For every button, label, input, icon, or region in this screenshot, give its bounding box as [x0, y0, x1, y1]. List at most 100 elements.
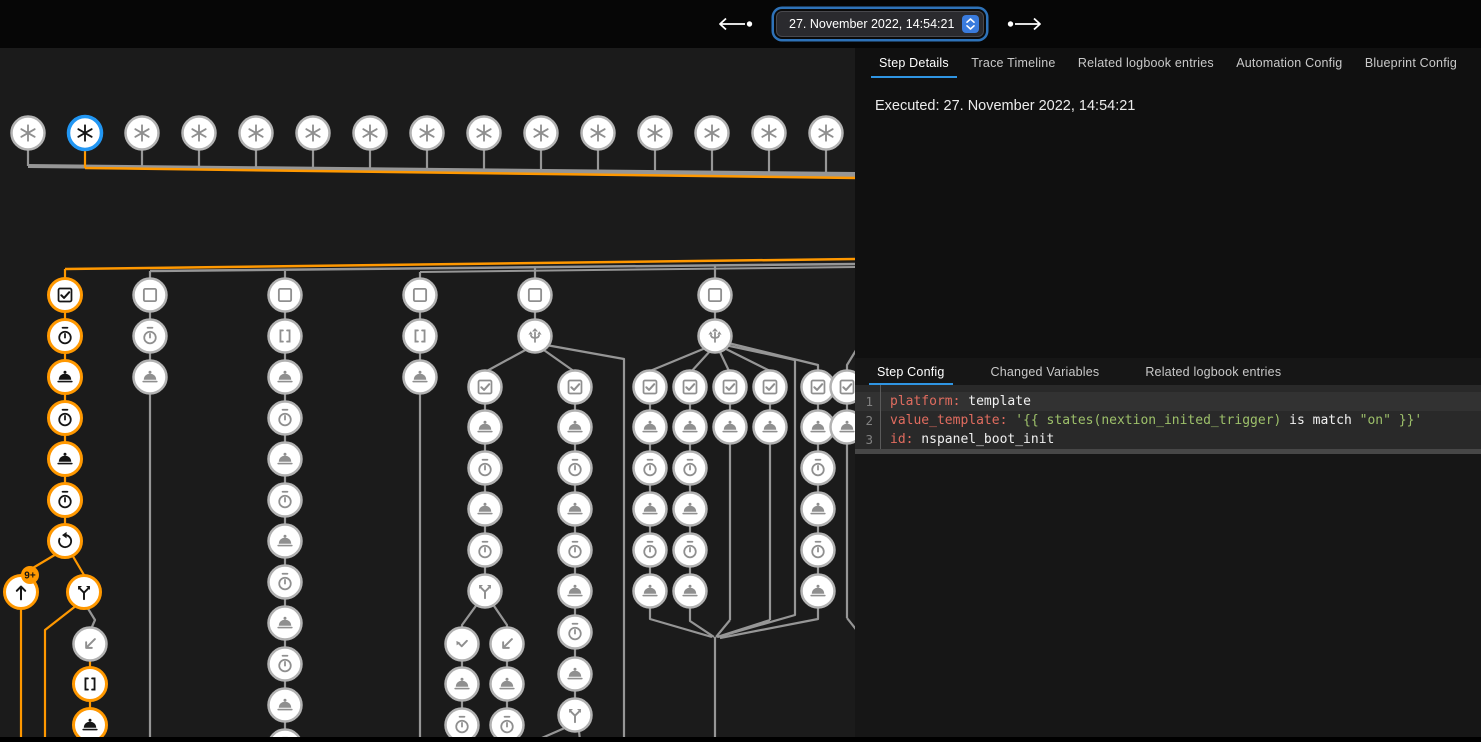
trace-node-timer[interactable] [559, 616, 592, 649]
tab-trace-timeline[interactable]: Trace Timeline [963, 48, 1063, 78]
trace-node-timer[interactable] [802, 452, 835, 485]
trace-node-arrow-decision[interactable] [699, 320, 732, 353]
trace-node-asterisk[interactable] [12, 117, 45, 150]
trace-node-arrow-bottom-left[interactable] [74, 628, 107, 661]
trace-node-bell[interactable] [134, 361, 167, 394]
trace-node-bell[interactable] [269, 607, 302, 640]
trace-node-timer[interactable] [269, 484, 302, 517]
trace-node-brackets[interactable] [269, 320, 302, 353]
trace-node-asterisk[interactable] [354, 117, 387, 150]
trace-node-square[interactable] [269, 279, 302, 312]
trace-node-asterisk[interactable] [69, 117, 102, 150]
trace-node-timer[interactable] [634, 452, 667, 485]
trace-node-timer[interactable] [49, 320, 82, 353]
trace-node-bell[interactable] [559, 493, 592, 526]
trace-node-brackets[interactable] [404, 320, 437, 353]
trace-node-timer[interactable] [674, 452, 707, 485]
trace-node-bell[interactable] [674, 411, 707, 444]
trace-node-timer[interactable] [469, 452, 502, 485]
trace-node-timer[interactable] [674, 534, 707, 567]
code-horizontal-scrollbar[interactable] [855, 449, 1481, 454]
trace-node-bell[interactable] [269, 525, 302, 558]
trace-node-brackets[interactable] [74, 668, 107, 701]
trace-node-timer[interactable] [491, 709, 524, 738]
trace-node-asterisk[interactable] [810, 117, 843, 150]
trace-node-bell[interactable] [404, 361, 437, 394]
tab-related-logbook-entries[interactable]: Related logbook entries [1137, 358, 1289, 385]
tab-step-details[interactable]: Step Details [871, 48, 957, 78]
trace-node-asterisk[interactable] [582, 117, 615, 150]
trace-node-checkbox-marked[interactable] [754, 371, 787, 404]
trace-node-bell[interactable] [634, 493, 667, 526]
trace-node-check-arrow[interactable] [446, 628, 479, 661]
trace-node-timer[interactable] [469, 534, 502, 567]
trace-node-bell[interactable] [74, 709, 107, 738]
trace-node-bell[interactable] [446, 668, 479, 701]
trace-node-square[interactable] [134, 279, 167, 312]
trace-node-checkbox-marked[interactable] [559, 371, 592, 404]
trace-node-timer[interactable] [134, 320, 167, 353]
trace-node-timer[interactable] [49, 484, 82, 517]
trace-node-bell[interactable] [674, 575, 707, 608]
trace-node-bell[interactable] [269, 361, 302, 394]
trace-node-timer[interactable] [559, 534, 592, 567]
trace-node-asterisk[interactable] [126, 117, 159, 150]
trace-node-timer[interactable] [559, 452, 592, 485]
next-run-button[interactable] [1002, 13, 1048, 35]
trace-node-timer[interactable] [49, 402, 82, 435]
tab-blueprint-config[interactable]: Blueprint Config [1357, 48, 1465, 78]
trace-node-timer[interactable] [634, 534, 667, 567]
trace-node-asterisk[interactable] [183, 117, 216, 150]
trace-node-asterisk[interactable] [696, 117, 729, 150]
trace-node-timer[interactable] [269, 730, 302, 738]
trace-node-bell[interactable] [714, 411, 747, 444]
trace-node-call-split[interactable] [68, 576, 101, 609]
trace-node-bell[interactable] [49, 361, 82, 394]
trace-node-asterisk[interactable] [753, 117, 786, 150]
tab-step-config[interactable]: Step Config [869, 358, 953, 385]
trace-node-call-split[interactable] [559, 699, 592, 732]
run-selector[interactable]: 27. November 2022, 14:54:21 [776, 11, 984, 37]
trace-node-bell[interactable] [559, 575, 592, 608]
trace-node-bell[interactable] [674, 493, 707, 526]
trace-node-call-split[interactable] [469, 575, 502, 608]
trace-node-arrow-decision[interactable] [519, 320, 552, 353]
trace-node-bell[interactable] [469, 411, 502, 444]
trace-node-bell[interactable] [491, 668, 524, 701]
trace-node-checkbox-marked[interactable] [674, 371, 707, 404]
trace-node-square[interactable] [699, 279, 732, 312]
trace-node-bell[interactable] [469, 493, 502, 526]
tab-related-logbook-entries[interactable]: Related logbook entries [1070, 48, 1222, 78]
trace-node-timer[interactable] [269, 402, 302, 435]
trace-node-checkbox-marked[interactable] [634, 371, 667, 404]
trace-node-asterisk[interactable] [468, 117, 501, 150]
trace-node-bell[interactable] [559, 658, 592, 691]
trace-node-asterisk[interactable] [525, 117, 558, 150]
trace-node-square[interactable] [404, 279, 437, 312]
trace-node-bell[interactable] [754, 411, 787, 444]
trace-node-arrow-bottom-left[interactable] [491, 628, 524, 661]
trace-node-square[interactable] [519, 279, 552, 312]
trace-node-arrow-up[interactable]: 9+ [5, 566, 40, 609]
trace-node-bell[interactable] [269, 443, 302, 476]
trace-node-bell[interactable] [559, 411, 592, 444]
trace-node-bell[interactable] [269, 689, 302, 722]
trace-node-timer[interactable] [269, 648, 302, 681]
trace-node-timer[interactable] [446, 709, 479, 738]
trace-node-bell[interactable] [802, 493, 835, 526]
trace-node-asterisk[interactable] [411, 117, 444, 150]
trace-node-timer[interactable] [269, 566, 302, 599]
trace-node-bell[interactable] [49, 443, 82, 476]
trace-node-bell[interactable] [802, 575, 835, 608]
trace-node-timer[interactable] [802, 534, 835, 567]
trace-node-checkbox-marked[interactable] [714, 371, 747, 404]
trace-node-asterisk[interactable] [297, 117, 330, 150]
tab-changed-variables[interactable]: Changed Variables [983, 358, 1108, 385]
trace-node-bell[interactable] [634, 411, 667, 444]
tab-automation-config[interactable]: Automation Config [1228, 48, 1350, 78]
trace-node-checkbox-marked[interactable] [49, 279, 82, 312]
trace-node-repeat[interactable] [49, 525, 82, 558]
trace-node-bell[interactable] [634, 575, 667, 608]
previous-run-button[interactable] [712, 13, 758, 35]
trace-node-asterisk[interactable] [240, 117, 273, 150]
